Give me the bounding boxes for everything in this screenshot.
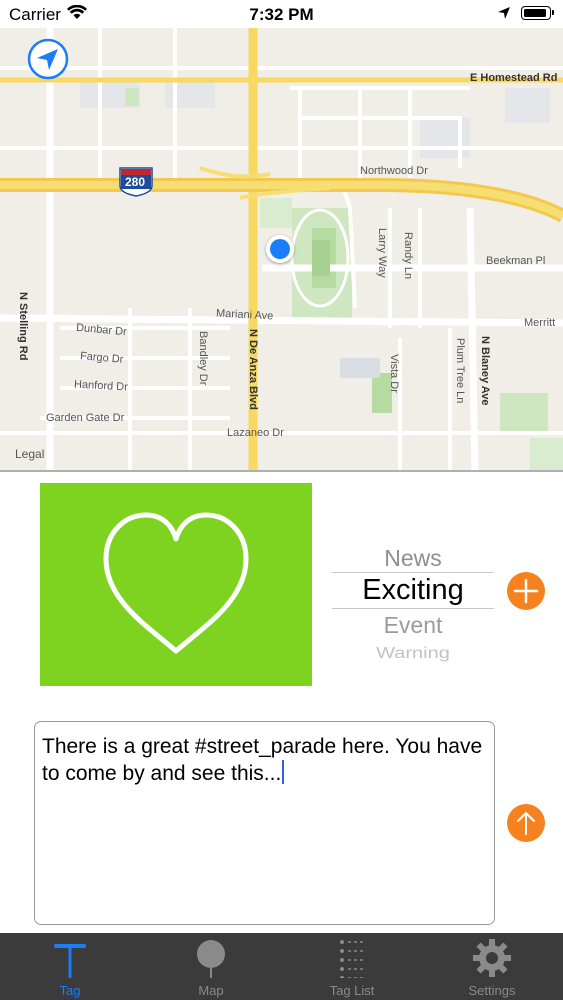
street-label: E Homestead Rd [470, 72, 558, 84]
tag-pin-icon [54, 944, 86, 978]
picker-option[interactable]: News [332, 545, 494, 572]
street-label: Northwood Dr [360, 165, 428, 177]
picker-selection-line [332, 572, 494, 573]
street-label: Larry Way [376, 228, 388, 278]
picker-option-selected[interactable]: Exciting [332, 574, 494, 607]
picker-option[interactable]: Warning [332, 644, 494, 662]
user-location-dot [266, 235, 294, 263]
send-button[interactable] [507, 804, 545, 842]
street-label: Plum Tree Ln [454, 338, 466, 404]
street-label: Garden Gate Dr [46, 412, 125, 424]
street-label: Randy Ln [402, 232, 414, 280]
list-icon [340, 940, 366, 978]
street-label: Merritt [524, 317, 556, 329]
user-tracking-button[interactable] [27, 38, 69, 80]
street-label: Vista Dr [388, 354, 400, 393]
tab-label: Map [198, 983, 224, 998]
clock: 7:32 PM [249, 5, 314, 24]
heart-icon [103, 512, 249, 654]
legal-link[interactable]: Legal [15, 447, 44, 461]
gear-icon [473, 939, 511, 977]
status-bar: Carrier 7:32 PM [0, 0, 563, 28]
map-view[interactable]: E Homestead Rd Northwood Dr Beekman Pl M… [0, 28, 563, 472]
street-label: N Blaney Ave [479, 336, 491, 406]
street-label: N De Anza Blvd [247, 329, 259, 410]
tab-map[interactable]: Map [141, 933, 281, 1000]
picker-option[interactable]: Event [332, 612, 494, 639]
tab-label: Settings [468, 983, 516, 998]
navigation-arrow-icon [27, 38, 69, 80]
battery-icon [521, 6, 554, 20]
tab-bar: Tag Map Tag List Settings [0, 933, 563, 1000]
interstate-label: 280 [125, 175, 146, 189]
tab-settings[interactable]: Settings [422, 933, 562, 1000]
street-label: N Stelling Rd [17, 292, 29, 361]
arrow-up-icon [517, 812, 535, 835]
plus-icon [513, 578, 539, 604]
tab-label: Tag [59, 983, 81, 998]
text-caret [282, 760, 285, 784]
message-textarea[interactable]: There is a great #street_parade here. Yo… [34, 721, 495, 925]
map-divider [0, 470, 563, 472]
message-text: There is a great #street_parade here. Yo… [42, 735, 483, 785]
category-picker[interactable]: News Exciting Event Warning [332, 540, 494, 670]
street-label: Bandley Dr [197, 331, 209, 386]
picker-selection-line [332, 608, 494, 609]
tab-tag-list[interactable]: Tag List [282, 933, 422, 1000]
map-pin-icon [197, 940, 225, 978]
add-button[interactable] [507, 572, 545, 610]
tab-tag[interactable]: Tag [0, 933, 140, 1000]
street-label: Lazaneo Dr [227, 427, 284, 439]
location-arrow-icon [498, 7, 510, 19]
tab-label: Tag List [329, 983, 375, 998]
street-label: Beekman Pl [486, 255, 546, 267]
tag-image[interactable] [40, 483, 312, 686]
